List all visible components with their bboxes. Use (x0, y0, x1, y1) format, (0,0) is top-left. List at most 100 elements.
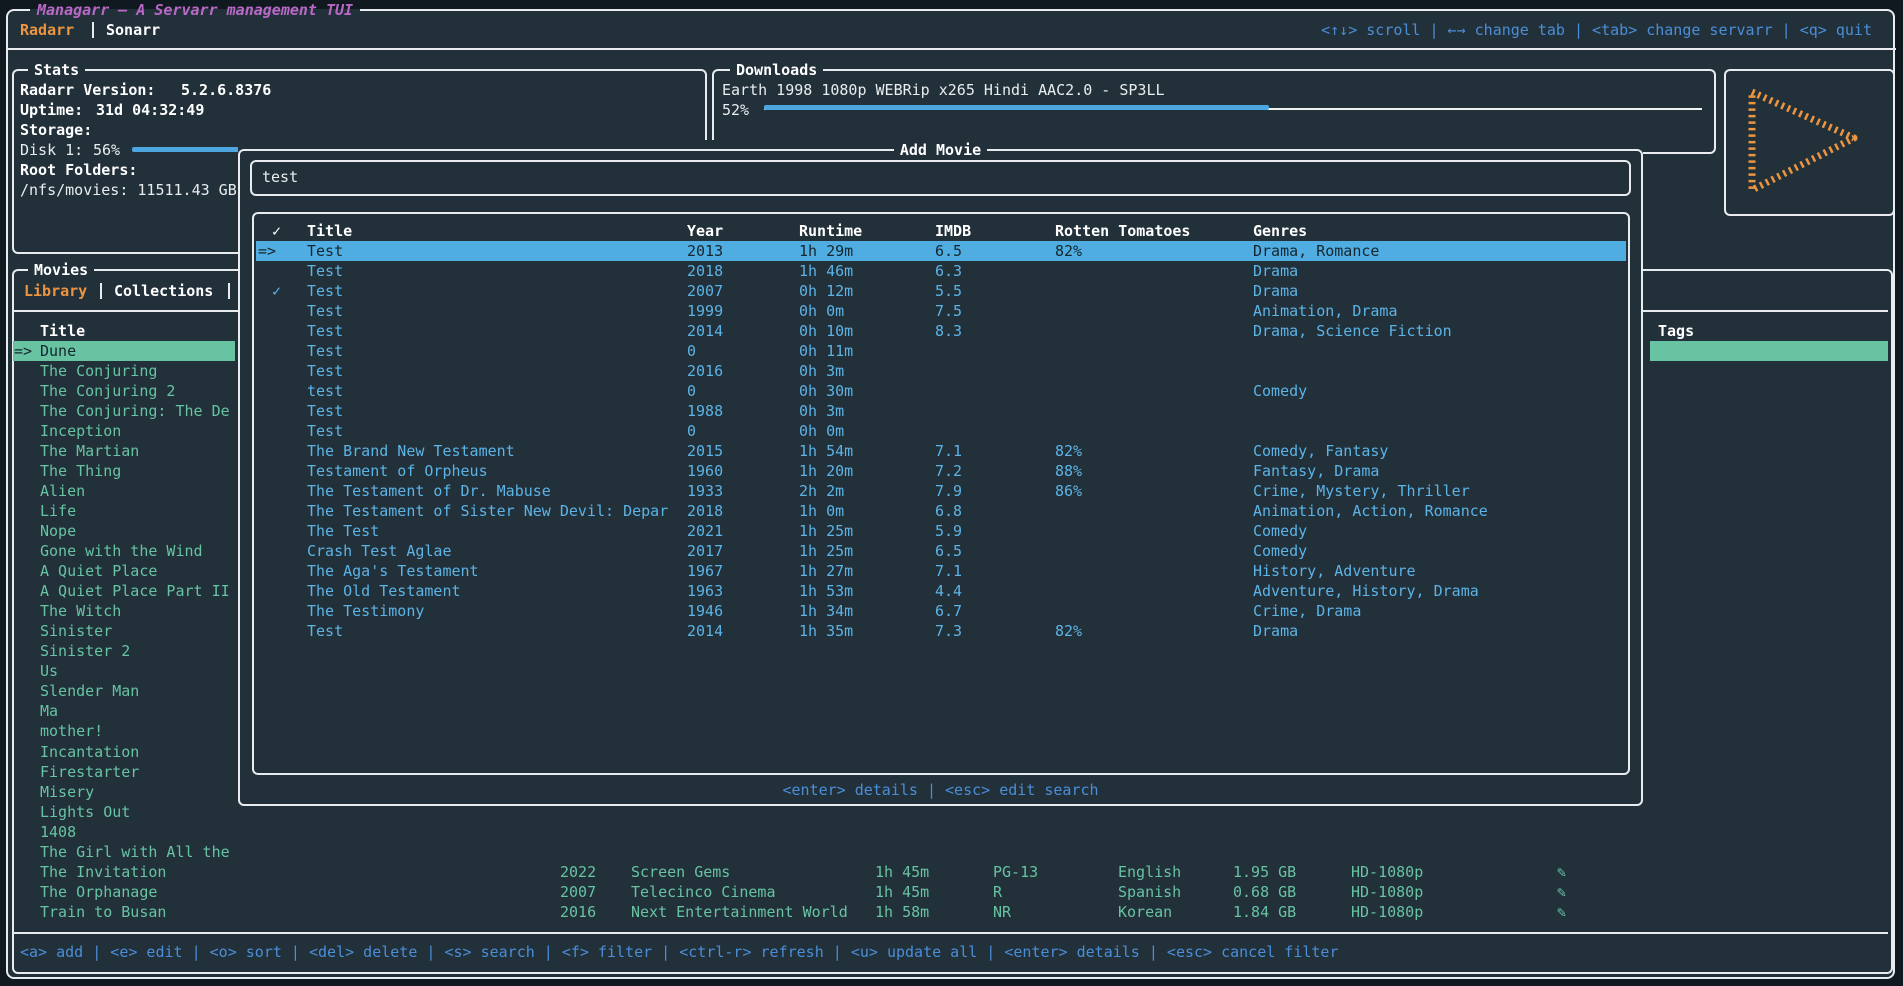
movie-list-item[interactable]: Us (0, 661, 238, 681)
movie-table-row[interactable]: 2016Next Entertainment World1h 58mNRKore… (0, 902, 1903, 922)
disk-percent: 56% (93, 140, 120, 160)
column-header: Rotten Tomatoes (1055, 221, 1190, 241)
result-runtime: 1h 53m (799, 581, 853, 601)
column-header: Title (307, 221, 352, 241)
movie-certification: NR (993, 902, 1011, 922)
movie-table-row[interactable]: 2022Screen Gems1h 45mPG-13English1.95 GB… (0, 862, 1903, 882)
result-title: Test (307, 401, 343, 421)
search-result-row[interactable]: Test20181h 46m6.3Drama (256, 261, 1626, 281)
result-rotten-tomatoes: 82% (1055, 241, 1082, 261)
radarr-version-value: 5.2.6.8376 (181, 80, 271, 100)
movies-tab-collections[interactable]: Collections (114, 281, 213, 301)
result-runtime: 1h 34m (799, 601, 853, 621)
result-title: Test (307, 241, 343, 261)
movie-title: The Conjuring (40, 361, 157, 381)
movie-list-item[interactable]: Slender Man (0, 681, 238, 701)
search-result-row[interactable]: Test00h 0m (256, 421, 1626, 441)
movie-list-item[interactable]: The Conjuring (0, 361, 238, 381)
movie-list-item[interactable]: Ma (0, 701, 238, 721)
movie-list-item[interactable]: Inception (0, 421, 238, 441)
movie-size: 0.68 GB (1233, 882, 1296, 902)
search-result-row[interactable]: Test19990h 0m7.5Animation, Drama (256, 301, 1626, 321)
movie-list-item[interactable]: Incantation (0, 742, 238, 762)
movie-title: The Conjuring: The De (40, 401, 230, 421)
movie-list-item[interactable]: =>Dune (0, 341, 238, 361)
movie-list-item[interactable]: A Quiet Place Part II (0, 581, 238, 601)
result-title: The Brand New Testament (307, 441, 515, 461)
movies-tab-library[interactable]: Library (24, 281, 87, 301)
root-folders-label: Root Folders: (20, 160, 137, 180)
result-rotten-tomatoes: 82% (1055, 441, 1082, 461)
search-result-row[interactable]: The Brand New Testament20151h 54m7.182%C… (256, 441, 1626, 461)
movie-list-item[interactable]: The Conjuring: The De (0, 401, 238, 421)
movies-tab-separator-2 (228, 283, 230, 299)
result-runtime: 1h 46m (799, 261, 853, 281)
movie-list-item[interactable]: Misery (0, 782, 238, 802)
result-year: 2017 (687, 541, 723, 561)
movie-list-item[interactable]: mother! (0, 721, 238, 741)
result-runtime: 0h 10m (799, 321, 853, 341)
uptime-value: 31d 04:32:49 (96, 100, 204, 120)
search-result-row[interactable]: Test00h 11m (256, 341, 1626, 361)
search-result-row[interactable]: The Testament of Dr. Mabuse19332h 2m7.98… (256, 481, 1626, 501)
search-result-row[interactable]: The Old Testament19631h 53m4.4Adventure,… (256, 581, 1626, 601)
movie-list-item[interactable]: The Witch (0, 601, 238, 621)
result-runtime: 2h 2m (799, 481, 844, 501)
search-result-row[interactable]: ✓Test20070h 12m5.5Drama (256, 281, 1626, 301)
movie-quality: HD-1080p (1351, 902, 1423, 922)
movie-list-item[interactable]: Sinister 2 (0, 641, 238, 661)
movie-list-item[interactable]: A Quiet Place (0, 561, 238, 581)
search-result-row[interactable]: Test20141h 35m7.382%Drama (256, 621, 1626, 641)
search-result-row[interactable]: Test20160h 3m (256, 361, 1626, 381)
movie-list-item[interactable]: The Girl with All the (0, 842, 238, 862)
movie-title: 1408 (40, 822, 76, 842)
movie-list-item[interactable]: Alien (0, 481, 238, 501)
result-year: 2013 (687, 241, 723, 261)
search-result-row[interactable]: Testament of Orpheus19601h 20m7.288%Fant… (256, 461, 1626, 481)
movie-table-row[interactable]: 2007Telecinco Cinema1h 45mRSpanish0.68 G… (0, 882, 1903, 902)
search-result-row[interactable]: Test19880h 3m (256, 401, 1626, 421)
movie-list-item[interactable]: Life (0, 501, 238, 521)
download-progress-fill (764, 105, 1269, 110)
movie-title: The Thing (40, 461, 121, 481)
result-title: Test (307, 261, 343, 281)
result-year: 1963 (687, 581, 723, 601)
movie-year: 2016 (560, 902, 596, 922)
movie-title: Nope (40, 521, 76, 541)
result-genres: Crime, Drama (1253, 601, 1361, 621)
search-result-row[interactable]: Test20140h 10m8.3Drama, Science Fiction (256, 321, 1626, 341)
result-year: 1988 (687, 401, 723, 421)
result-runtime: 1h 29m (799, 241, 853, 261)
movie-list-item[interactable]: Gone with the Wind (0, 541, 238, 561)
movie-list-item[interactable]: The Conjuring 2 (0, 381, 238, 401)
movie-title: The Witch (40, 601, 121, 621)
result-runtime: 0h 12m (799, 281, 853, 301)
search-result-row[interactable]: The Aga's Testament19671h 27m7.1History,… (256, 561, 1626, 581)
movie-list-item[interactable]: Nope (0, 521, 238, 541)
movie-title: The Conjuring 2 (40, 381, 175, 401)
search-result-row[interactable]: The Test20211h 25m5.9Comedy (256, 521, 1626, 541)
movie-list-item[interactable]: Sinister (0, 621, 238, 641)
result-title: Test (307, 421, 343, 441)
result-runtime: 1h 27m (799, 561, 853, 581)
result-genres: History, Adventure (1253, 561, 1416, 581)
search-result-row[interactable]: The Testament of Sister New Devil: Depar… (256, 501, 1626, 521)
movie-list-item[interactable]: 1408 (0, 822, 238, 842)
tab-sonarr[interactable]: Sonarr (106, 20, 160, 40)
result-imdb: 7.2 (935, 461, 962, 481)
movie-title: Incantation (40, 742, 139, 762)
movie-list-item[interactable]: Firestarter (0, 762, 238, 782)
movie-list-item[interactable]: The Martian (0, 441, 238, 461)
movie-list-item[interactable]: Lights Out (0, 802, 238, 822)
add-movie-popup-title-row: Add Movie (238, 140, 1643, 160)
movie-search-input[interactable] (250, 160, 1631, 196)
tab-radarr[interactable]: Radarr (20, 20, 74, 40)
movie-language: Spanish (1118, 882, 1181, 902)
search-result-row[interactable]: test00h 30mComedy (256, 381, 1626, 401)
movie-list-item[interactable]: The Thing (0, 461, 238, 481)
search-result-row[interactable]: Crash Test Aglae20171h 25m6.5Comedy (256, 541, 1626, 561)
movie-year: 2007 (560, 882, 596, 902)
result-runtime: 0h 30m (799, 381, 853, 401)
search-result-row[interactable]: The Testimony19461h 34m6.7Crime, Drama (256, 601, 1626, 621)
search-result-row[interactable]: =>Test20131h 29m6.582%Drama, Romance (256, 241, 1626, 261)
